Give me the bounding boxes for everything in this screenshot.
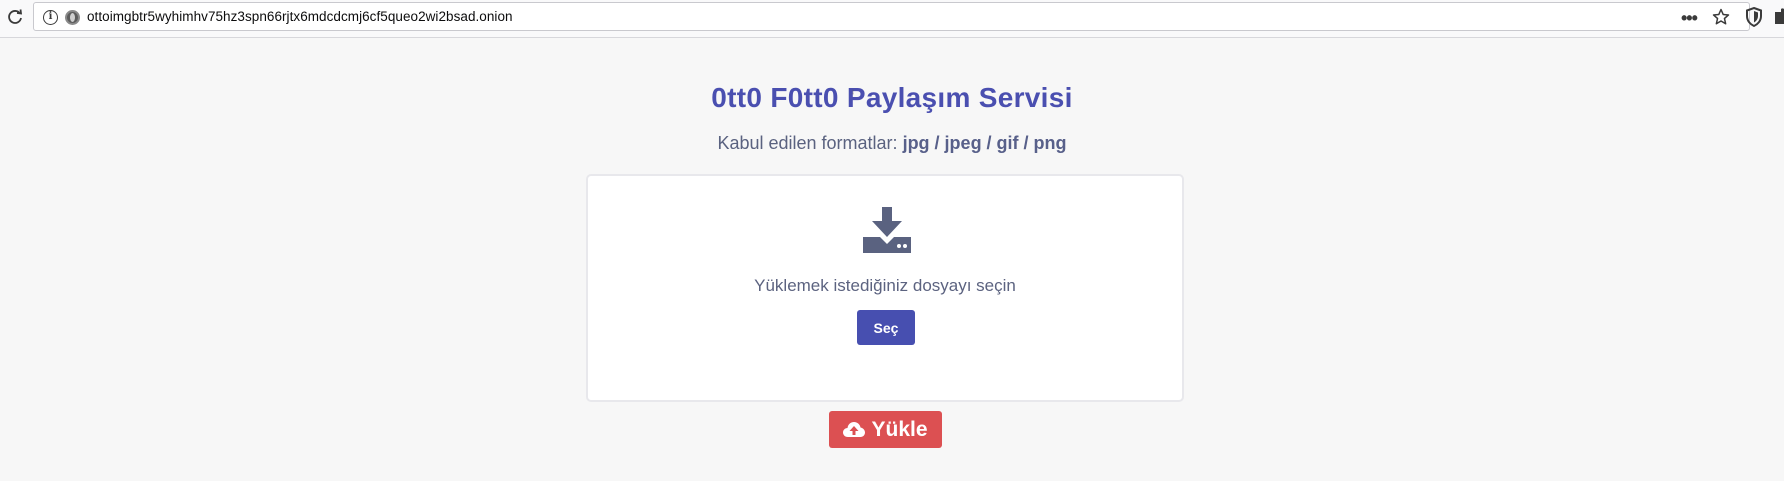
shield-icon[interactable] (1745, 6, 1763, 32)
download-icon (863, 207, 911, 258)
text-cursor-icon (852, 89, 854, 95)
select-file-button[interactable]: Seç (857, 310, 915, 345)
upload-button[interactable]: Yükle (829, 411, 942, 448)
extension-icon[interactable] (1773, 6, 1784, 31)
onion-icon[interactable] (65, 10, 80, 25)
url-bar[interactable]: i ottoimgbtr5wyhimhv75hz3spn66rjtx6mdcdc… (33, 2, 1750, 31)
upload-card: Yüklemek istediğiniz dosyayı seçin Seç (586, 174, 1184, 402)
formats-list: jpg / jpeg / gif / png (902, 133, 1067, 153)
info-icon[interactable]: i (43, 10, 58, 25)
select-file-prompt: Yüklemek istediğiniz dosyayı seçin (754, 276, 1016, 295)
reload-icon[interactable] (5, 7, 25, 27)
browser-toolbar: i ottoimgbtr5wyhimhv75hz3spn66rjtx6mdcdc… (0, 0, 1784, 38)
more-icon[interactable]: ••• (1681, 8, 1698, 29)
star-icon[interactable] (1712, 8, 1730, 31)
upload-button-label: Yükle (871, 417, 928, 441)
formats-label: Kabul edilen formatlar: (717, 133, 898, 153)
page-title: 0tt0 F0tt0 Paylaşım Servisi (711, 82, 1073, 113)
url-text[interactable]: ottoimgbtr5wyhimhv75hz3spn66rjtx6mdcdcmj… (87, 9, 513, 24)
cloud-upload-icon (843, 422, 866, 437)
accepted-formats: Kabul edilen formatlar: jpg / jpeg / gif… (0, 133, 1784, 154)
